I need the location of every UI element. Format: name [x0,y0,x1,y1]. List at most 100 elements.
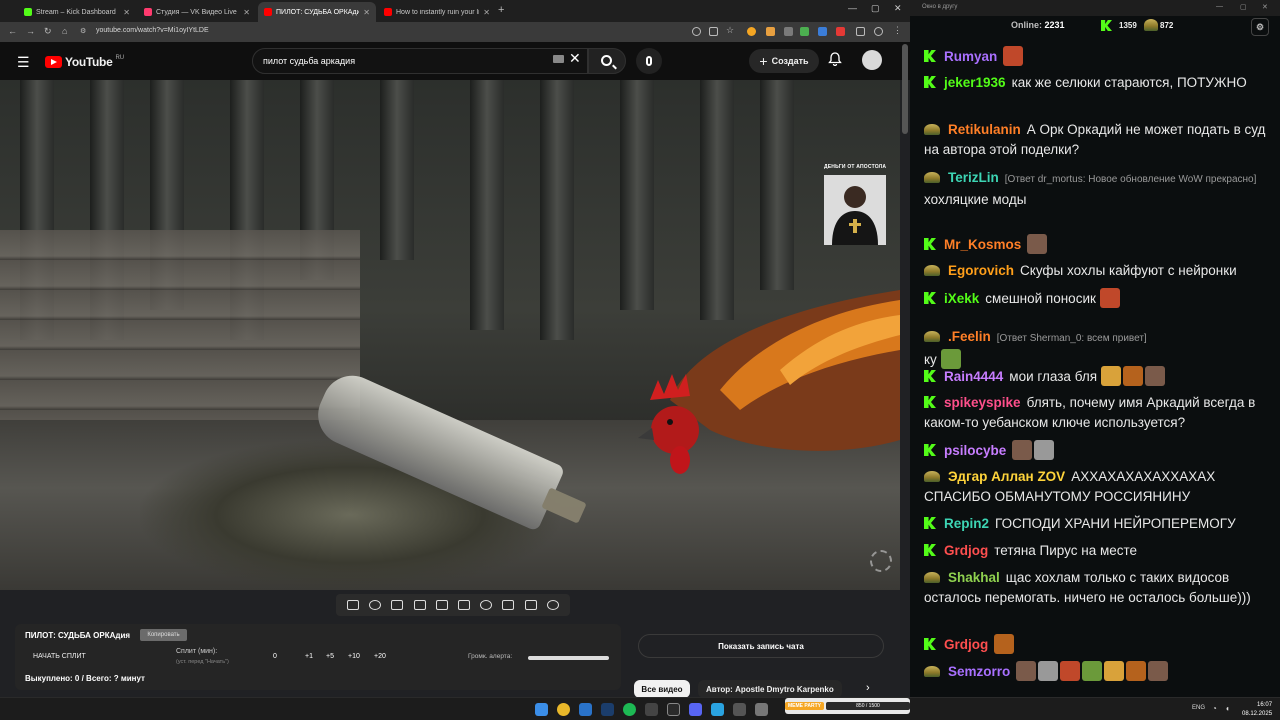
create-button[interactable]: + Создать [749,49,819,73]
all-videos-chip[interactable]: Все видео [634,680,690,698]
telegram-icon[interactable] [711,703,724,716]
chevron-right-icon[interactable]: › [866,682,870,694]
wifi-icon[interactable]: ◔ [1212,704,1217,713]
volume-icon[interactable]: ◖ [1225,704,1230,713]
speed-icon[interactable] [480,600,493,610]
start-icon[interactable] [535,703,548,716]
search-button[interactable] [588,48,626,74]
chat-username[interactable]: TerizLin [948,170,999,185]
show-chat-replay-button[interactable]: Показать запись чата [638,634,884,658]
chat-username[interactable]: psilocybe [944,443,1006,458]
menu-icon[interactable]: ☰ [17,54,30,71]
meme-party-widget[interactable]: MEME PARTY 850 / 1500 [785,698,910,714]
close-window-button[interactable]: ✕ [894,3,902,14]
video-player[interactable]: ДЕНЬГИ ОТ АПОСТОЛА [0,80,900,590]
increment-10-button[interactable]: +10 [348,653,360,660]
increment-20-button[interactable]: +20 [374,653,386,660]
back-button[interactable]: ← [8,26,17,36]
reload-button[interactable]: ↻ [44,26,52,37]
copy-button[interactable]: Копировать [140,629,187,641]
author-chip[interactable]: Автор: Apostle Dmytro Karpenko [698,680,842,698]
settings-gear-icon[interactable] [546,600,559,610]
extension-icon[interactable] [747,27,756,36]
extension-icon[interactable] [836,27,845,36]
avatar[interactable] [862,50,882,70]
chat-username[interactable]: Repin2 [944,516,989,531]
film-icon[interactable] [413,600,426,610]
discord-icon[interactable] [689,703,702,716]
channel-watermark[interactable] [824,175,886,245]
chat-username[interactable]: Эдгар Аллан ZOV [948,469,1065,484]
clear-search-icon[interactable]: ✕ [569,50,581,67]
start-split-button[interactable]: НАЧАТЬ СПЛИТ [33,653,86,660]
maximize-button[interactable]: ▢ [1240,3,1247,11]
extension-icon[interactable] [784,27,793,36]
close-tab-icon[interactable]: ✕ [363,8,370,17]
close-window-button[interactable]: ✕ [1262,3,1268,11]
maximize-button[interactable]: ▢ [871,3,880,14]
chat-settings-button[interactable]: ⚙ [1251,18,1269,36]
extension-icon[interactable] [800,27,809,36]
tab-youtube-active[interactable]: ПИЛОТ: СУДЬБА ОРКАдия - Yo ✕ [258,2,376,22]
close-tab-icon[interactable]: ✕ [483,8,490,17]
chat-username[interactable]: iXekk [944,291,979,306]
chat-username[interactable]: Mr_Kosmos [944,237,1021,252]
chat-username[interactable]: Semzorro [948,664,1010,679]
app-icon[interactable] [733,703,746,716]
chrome-icon[interactable] [557,703,570,716]
url-field[interactable]: youtube.com/watch?v=Mi1oyIYtLDE [96,27,209,34]
notifications-bell-icon[interactable] [828,52,842,66]
chat-username[interactable]: Rain4444 [944,369,1003,384]
chat-username[interactable]: spikeyspike [944,395,1021,410]
increment-1-button[interactable]: +1 [305,653,313,660]
watch-icon[interactable] [391,600,404,610]
extension-icon[interactable] [818,27,827,36]
minimize-button[interactable]: — [848,3,857,13]
close-tab-icon[interactable]: ✕ [243,8,250,17]
language-indicator[interactable]: ENG [1192,705,1205,711]
home-button[interactable]: ⌂ [62,26,67,36]
extensions-puzzle-icon[interactable] [856,27,865,36]
chat-username[interactable]: .Feelin [948,329,991,344]
chat-username[interactable]: Grdjog [944,543,988,558]
site-info-icon[interactable]: ⚙ [80,27,86,35]
crop-icon[interactable] [435,600,448,610]
chat-message-list[interactable]: Rumyan jeker1936 как же селюки стараются, … [910,38,1280,697]
browser-menu-icon[interactable]: ⋮ [893,25,902,35]
install-app-icon[interactable] [709,27,718,36]
steam-icon[interactable] [601,703,614,716]
minimize-button[interactable]: — [1216,3,1223,10]
profile-icon[interactable] [874,27,883,36]
system-clock[interactable]: 16:07 08.12.2025 [1242,701,1272,719]
tab-kick-dashboard[interactable]: Stream – Kick Dashboard ✕ [18,2,136,22]
page-scrollbar[interactable] [902,44,908,134]
loop-icon[interactable] [347,600,360,610]
chat-username[interactable]: Egorovich [948,263,1014,278]
zoom-icon[interactable] [692,27,701,36]
chat-username[interactable]: Grdjog [944,637,988,652]
bookmark-star-icon[interactable]: ☆ [726,25,735,35]
chat-username[interactable]: jeker1936 [944,75,1006,90]
chat-username[interactable]: Retikulanin [948,122,1021,137]
chat-username[interactable]: Shakhal [948,570,1000,585]
search-input[interactable]: пилот судьба аркадия [252,48,588,74]
alert-volume-slider[interactable] [528,656,609,660]
keyboard-icon[interactable] [553,55,564,63]
tab-vk-studio[interactable]: Студия — VK Видео Live ✕ [138,2,256,22]
screenshot-icon[interactable] [524,600,537,610]
close-tab-icon[interactable]: ✕ [123,8,130,17]
broadcast-icon[interactable] [369,600,382,610]
chat-username[interactable]: Rumyan [944,49,997,64]
new-tab-button[interactable]: + [498,4,504,16]
add-screen-icon[interactable] [502,600,515,610]
app-icon[interactable] [579,703,592,716]
app-icon[interactable] [755,703,768,716]
extension-icon[interactable] [766,27,775,36]
app-icon[interactable] [645,703,658,716]
forward-button[interactable]: → [26,26,35,36]
youtube-logo[interactable]: YouTube RU [45,55,124,69]
voice-search-button[interactable] [636,48,662,74]
frame-icon[interactable] [458,600,471,610]
tab-youtube-other[interactable]: How to instantly ruin your life ✕ [378,2,496,22]
obs-icon[interactable] [667,703,680,716]
